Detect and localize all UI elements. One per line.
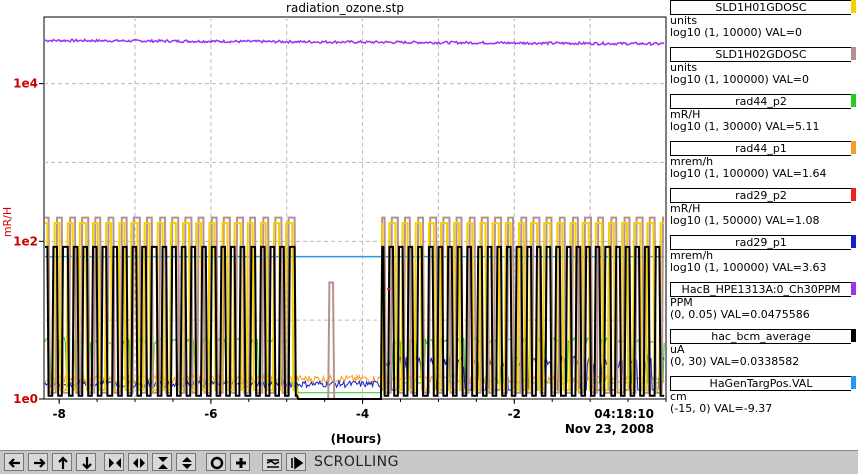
legend-series-name: rad44_p1 (670, 141, 851, 156)
date-label: Nov 23, 2008 (565, 422, 654, 436)
scrolling-status: SCROLLING (314, 454, 399, 470)
toolbar: SCROLLING (0, 450, 858, 474)
compress-vertical-button[interactable] (176, 453, 196, 471)
y-axis-label: mR/H (1, 207, 14, 237)
y-tick-label: 1e4 (13, 77, 38, 91)
legend-range-value: log10 (1, 100000) VAL=0 (670, 73, 810, 86)
legend-color-swatch (851, 94, 856, 107)
legend-color-swatch (851, 376, 856, 389)
plus-icon (236, 458, 246, 468)
legend-entry-hagentargpos-val[interactable]: HaGenTargPos.VAL cm (-15, 0) VAL=-9.37 (668, 376, 858, 423)
compress-vertical-icon (182, 457, 192, 469)
legend-range-value: (-15, 0) VAL=-9.37 (670, 402, 773, 415)
legend-series-name: rad29_p1 (670, 235, 851, 250)
legend-series-name: SLD1H02GDOSC (670, 47, 851, 62)
legend-entry-rad44-p1[interactable]: rad44_p1 mrem/h log10 (1, 100000) VAL=1.64 (668, 141, 858, 188)
legend-range-value: log10 (1, 10000) VAL=0 (670, 26, 803, 39)
legend-series-name: HacB_HPE1313A:0_Ch30PPM (670, 282, 851, 297)
legend-entry-rad44-p2[interactable]: rad44_p2 mR/H log10 (1, 30000) VAL=5.11 (668, 94, 858, 141)
expand-horizontal-button[interactable] (104, 453, 124, 471)
legend-entry-rad29-p2[interactable]: rad29_p2 mR/H log10 (1, 50000) VAL=1.08 (668, 188, 858, 235)
legend-entry-sld1h01gdosc[interactable]: SLD1H01GDOSC units log10 (1, 10000) VAL=0 (668, 0, 858, 47)
legend-color-swatch (851, 47, 856, 60)
chart-title: radiation_ozone.stp (286, 1, 404, 15)
compress-horizontal-icon (133, 458, 145, 468)
time-label: 04:18:10 (594, 407, 654, 421)
arrow-left-icon (8, 458, 20, 468)
plus-button[interactable] (230, 453, 250, 471)
arrow-right-button[interactable] (28, 453, 48, 471)
legend-range-value: log10 (1, 30000) VAL=5.11 (670, 120, 820, 133)
legend-series-name: rad29_p2 (670, 188, 851, 203)
legend-range-value: (0, 30) VAL=0.0338582 (670, 355, 800, 368)
legend-series-name: SLD1H01GDOSC (670, 0, 851, 15)
legend-range-value: log10 (1, 100000) VAL=3.63 (670, 261, 827, 274)
legend-series-name: HaGenTargPos.VAL (670, 376, 851, 391)
y-tick-label: 1e2 (13, 234, 38, 248)
y-tick-label: 1e0 (13, 392, 38, 406)
x-tick-label: -4 (356, 407, 369, 421)
expand-horizontal-icon (109, 458, 121, 468)
arrow-up-icon (58, 456, 68, 469)
legend-range-value: log10 (1, 50000) VAL=1.08 (670, 214, 820, 227)
legend-color-swatch (851, 282, 856, 295)
fit-icon (266, 459, 280, 468)
pause-icon (291, 456, 304, 470)
series-line-hacb-hpe1313a-0-ch30ppm (44, 38, 665, 47)
x-tick-label: -2 (508, 407, 521, 421)
record-icon (210, 456, 224, 470)
fit-button[interactable] (262, 453, 282, 471)
arrow-right-icon (34, 458, 46, 468)
record-button[interactable] (206, 453, 226, 471)
legend-range-value: (0, 0.05) VAL=0.0475586 (670, 308, 810, 321)
legend: SLD1H01GDOSC units log10 (1, 10000) VAL=0 S… (668, 0, 858, 450)
pause-button[interactable] (286, 453, 306, 471)
legend-entry-hac-bcm-average[interactable]: hac_bcm_average uA (0, 30) VAL=0.0338582 (668, 329, 858, 376)
x-tick-label: -6 (204, 407, 217, 421)
arrow-up-button[interactable] (52, 453, 72, 471)
legend-color-swatch (851, 188, 856, 201)
chart-plot: radiation_ozone.stp -8 -6 -4 -2 1e0 1e2 1e4 mR… (1, 1, 667, 446)
legend-series-name: hac_bcm_average (670, 329, 851, 344)
series-layer (44, 38, 665, 400)
legend-color-swatch (851, 0, 856, 13)
legend-series-name: rad44_p2 (670, 94, 851, 109)
legend-entry-rad29-p1[interactable]: rad29_p1 mrem/h log10 (1, 100000) VAL=3.63 (668, 235, 858, 282)
legend-range-value: log10 (1, 100000) VAL=1.64 (670, 167, 827, 180)
compress-horizontal-button[interactable] (128, 453, 148, 471)
arrow-down-icon (82, 457, 92, 470)
expand-vertical-button[interactable] (152, 453, 172, 471)
legend-color-swatch (851, 141, 856, 154)
legend-color-swatch (851, 329, 856, 342)
legend-entry-hacb-hpe1313a-0-ch30ppm[interactable]: HacB_HPE1313A:0_Ch30PPM PPM (0, 0.05) VAL=… (668, 282, 858, 329)
legend-entry-sld1h02gdosc[interactable]: SLD1H02GDOSC units log10 (1, 100000) VAL=0 (668, 47, 858, 94)
x-tick-label: -8 (52, 407, 65, 421)
arrow-down-button[interactable] (76, 453, 96, 471)
legend-color-swatch (851, 235, 856, 248)
arrow-left-button[interactable] (4, 453, 24, 471)
x-axis-label: (Hours) (331, 432, 382, 446)
expand-vertical-icon (158, 457, 168, 469)
